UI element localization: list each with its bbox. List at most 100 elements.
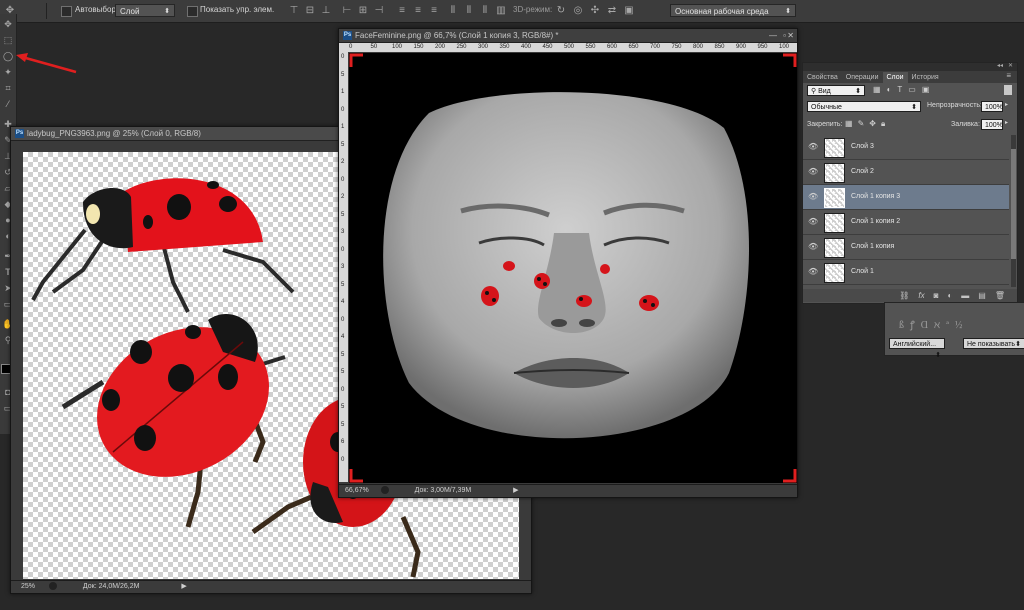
eyedropper-tool-icon[interactable]: ⁄ (2, 98, 14, 110)
blend-mode-dropdown[interactable]: Обычные ⬍ (807, 101, 921, 112)
tab-history[interactable]: История (908, 72, 943, 84)
status-menu-arrow-icon[interactable]: ▶ (513, 487, 518, 494)
distribute-hcenter-icon[interactable]: ⦀ (463, 5, 475, 17)
eye-icon[interactable]: 👁︎ (808, 267, 818, 277)
show-transform-checkbox[interactable] (187, 6, 198, 17)
crop-tool-icon[interactable]: ⌗ (2, 82, 14, 94)
minimize-icon[interactable]: — (769, 29, 777, 42)
layer-list-scrollbar[interactable] (1011, 135, 1016, 287)
marquee-tool-icon[interactable]: ⬚ (2, 34, 14, 46)
autoselect-checkbox[interactable] (61, 6, 72, 17)
close-icon[interactable]: ✕ (787, 29, 794, 42)
align-hcenter-icon[interactable]: ⊞ (357, 5, 369, 17)
layer-row-selected[interactable]: 👁︎ Слой 1 копия 3 (803, 185, 1009, 210)
align-top-icon[interactable]: ⊤ (288, 5, 300, 17)
lock-all-icon[interactable]: 🔒︎ (881, 119, 890, 128)
layer-row[interactable]: 👁︎ Слой 3 (803, 135, 1009, 160)
adjustment-filter-icon[interactable]: ◐ (887, 85, 898, 94)
face-document-tab[interactable]: Ps FaceFeminine.png @ 66,7% (Слой 1 копия… (339, 29, 797, 43)
distribute-vcenter-icon[interactable]: ≡ (412, 5, 424, 17)
face-canvas[interactable] (349, 53, 797, 483)
distribute-top-icon[interactable]: ≡ (396, 5, 408, 17)
ruler-tick-label: 0 (341, 456, 345, 463)
3d-rotate-icon[interactable]: ↻ (555, 5, 567, 17)
character-panel: ßꝭⱭℵª½ Английский... ⬍ Не показывать ⬍ (884, 302, 1024, 359)
eye-icon[interactable]: 👁︎ (808, 142, 818, 152)
magic-wand-tool-icon[interactable]: ✦ (2, 66, 14, 78)
tab-properties[interactable]: Свойства (803, 72, 842, 84)
type-filter-icon[interactable]: T (897, 85, 908, 94)
lock-position-icon[interactable]: ✥ (869, 119, 881, 128)
tab-actions[interactable]: Операции (842, 72, 883, 84)
lock-transparent-icon[interactable]: ▦ (845, 119, 858, 128)
panel-close-icon[interactable]: ✕ (1008, 62, 1013, 69)
autoselect-dropdown[interactable]: Слой ⬍ (115, 4, 175, 17)
fx-icon[interactable]: fx (918, 291, 924, 300)
face-zoom[interactable]: 66,67% (345, 487, 369, 494)
align-right-icon[interactable]: ⊣ (373, 5, 385, 17)
lasso-tool-icon[interactable]: ◯ (2, 50, 14, 62)
3d-drag-icon[interactable]: ✣ (589, 5, 601, 17)
align-left-icon[interactable]: ⊢ (341, 5, 353, 17)
fill-arrow-icon[interactable]: ▸ (1005, 119, 1008, 126)
move-tool-icon[interactable]: ✥ (2, 18, 14, 30)
workspace-dropdown[interactable]: Основная рабочая среда ⬍ (670, 4, 796, 17)
annotation-arrow (16, 53, 77, 74)
ladybug-zoom[interactable]: 25% (21, 583, 35, 590)
eye-icon[interactable]: 👁︎ (808, 217, 818, 227)
opacity-arrow-icon[interactable]: ▸ (1005, 101, 1008, 108)
tab-layers[interactable]: Слои (882, 72, 908, 84)
layer-filter-dropdown[interactable]: ⚲ Вид ⬍ (807, 85, 865, 96)
eye-icon[interactable]: 👁︎ (808, 167, 818, 177)
new-layer-icon[interactable]: ▤ (978, 291, 986, 300)
workspace-value: Основная рабочая среда (675, 7, 769, 16)
layer-row[interactable]: 👁︎ Слой 2 (803, 160, 1009, 185)
align-vcenter-icon[interactable]: ⊟ (304, 5, 316, 17)
mask-icon[interactable]: ◙ (934, 291, 939, 300)
ruler-tick-label: 450 (542, 44, 553, 50)
status-menu-arrow-icon[interactable]: ▶ (181, 583, 186, 590)
align-bottom-icon[interactable]: ⊥ (320, 5, 332, 17)
shape-filter-icon[interactable]: ▭ (908, 85, 922, 94)
opacity-field[interactable]: 100% (981, 101, 1003, 112)
swash-icon[interactable]: ꝭ (910, 320, 921, 331)
ordinal-icon[interactable]: ª (946, 320, 955, 331)
anti-alias-dropdown[interactable]: Не показывать ⬍ (963, 338, 1024, 349)
lock-image-icon[interactable]: ✎ (858, 119, 870, 128)
group-icon[interactable]: ▬ (961, 291, 969, 300)
ligature-icon[interactable]: ß (899, 320, 910, 331)
pixel-filter-icon[interactable]: ▦ (873, 85, 887, 94)
layer-row[interactable]: 👁︎ Слой 1 копия 2 (803, 210, 1009, 235)
fraction-icon[interactable]: ½ (955, 320, 969, 331)
language-dropdown[interactable]: Английский... ⬍ (889, 338, 945, 359)
ruler-tick-label: 950 (757, 44, 768, 50)
auto-align-icon[interactable]: ▥ (495, 5, 507, 17)
maximize-icon[interactable]: ▫ (783, 29, 786, 42)
panel-menu-icon[interactable]: ≡ (1006, 71, 1011, 80)
distribute-left-icon[interactable]: ⦀ (447, 5, 459, 17)
titling-icon[interactable]: ℵ (934, 320, 946, 331)
layer-name: Слой 1 копия (851, 243, 895, 250)
scrollbar-thumb[interactable] (1011, 149, 1016, 259)
layer-row[interactable]: 👁︎ Слой 1 (803, 260, 1009, 285)
distribute-bottom-icon[interactable]: ≡ (428, 5, 440, 17)
smart-filter-icon[interactable]: ▣ (922, 85, 936, 94)
autoselect-label: Автовыбор: (75, 5, 119, 14)
eye-icon[interactable]: 👁︎ (808, 242, 818, 252)
link-icon[interactable]: ⛓ (899, 291, 909, 300)
eye-icon[interactable]: 👁︎ (808, 192, 818, 202)
face-document-window[interactable]: Ps FaceFeminine.png @ 66,7% (Слой 1 копия… (338, 28, 798, 498)
3d-roll-icon[interactable]: ◎ (572, 5, 584, 17)
trash-icon[interactable]: 🗑︎ (995, 291, 1005, 300)
distribute-right-icon[interactable]: ⦀ (479, 5, 491, 17)
stylistic-icon[interactable]: Ɑ (921, 320, 934, 331)
fill-field[interactable]: 100% (981, 119, 1003, 130)
layer-thumbnail (824, 188, 845, 208)
collapse-icon[interactable]: ◂◂ (997, 62, 1003, 69)
filter-toggle[interactable] (1004, 85, 1012, 95)
layer-row[interactable]: 👁︎ Слой 1 копия (803, 235, 1009, 260)
3d-scale-icon[interactable]: ▣ (623, 5, 635, 17)
3d-slide-icon[interactable]: ⇄ (606, 5, 618, 17)
filter-icons: ▦◐T▭▣ (873, 85, 935, 94)
adjustment-icon[interactable]: ◐ (947, 291, 952, 300)
